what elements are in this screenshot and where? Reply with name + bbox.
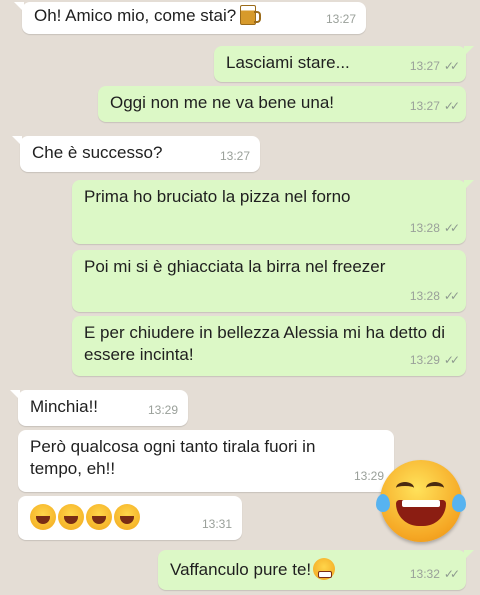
message-time: 13:27 bbox=[325, 12, 356, 26]
message-bubble-incoming[interactable]: Minchia!! 13:29 bbox=[10, 390, 188, 426]
message-time: 13:27 ✓✓ bbox=[410, 55, 460, 77]
laughing-emoji-icon bbox=[30, 504, 56, 530]
message-bubble-incoming[interactable]: Che è successo? 13:27 bbox=[12, 136, 260, 172]
message-text: E per chiudere in bellezza Alessia mi ha… bbox=[84, 323, 445, 364]
message-bubble-outgoing[interactable]: Prima ho bruciato la pizza nel forno 13:… bbox=[72, 180, 474, 244]
message-text: Che è successo? bbox=[32, 143, 163, 162]
message-bubble-outgoing[interactable]: Oggi non me ne va bene una! 13:27 ✓✓ bbox=[98, 86, 466, 122]
message-text: Prima ho bruciato la pizza nel forno bbox=[84, 187, 351, 206]
message-time: 13:28 ✓✓ bbox=[410, 285, 460, 307]
read-ticks-icon: ✓✓ bbox=[443, 99, 460, 113]
message-time: 13:28 ✓✓ bbox=[410, 217, 460, 239]
message-bubble-incoming[interactable]: Però qualcosa ogni tanto tirala fuori in… bbox=[18, 430, 394, 492]
laughing-emoji-icon bbox=[114, 504, 140, 530]
message-bubble-incoming[interactable]: Oh! Amico mio, come stai? 13:27 bbox=[14, 2, 366, 34]
read-ticks-icon: ✓✓ bbox=[443, 59, 460, 73]
laughing-emoji-icon bbox=[86, 504, 112, 530]
message-text: Oggi non me ne va bene una! bbox=[110, 93, 334, 112]
message-bubble-outgoing[interactable]: E per chiudere in bellezza Alessia mi ha… bbox=[72, 316, 466, 376]
message-time: 13:29 bbox=[147, 403, 178, 417]
message-text: Però qualcosa ogni tanto tirala fuori in… bbox=[30, 437, 316, 478]
read-ticks-icon: ✓✓ bbox=[443, 567, 460, 581]
message-time: 13:29 ✓✓ bbox=[410, 349, 460, 371]
beer-icon bbox=[240, 5, 262, 25]
message-text: Poi mi si è ghiacciata la birra nel free… bbox=[84, 257, 386, 276]
message-bubble-outgoing[interactable]: Lasciami stare... 13:27 ✓✓ bbox=[214, 46, 474, 82]
read-ticks-icon: ✓✓ bbox=[443, 221, 460, 235]
message-text: Vaffanculo pure te! bbox=[170, 560, 312, 579]
big-laughing-emoji-icon bbox=[376, 460, 466, 542]
message-time: 13:31 bbox=[201, 517, 232, 531]
message-time: 13:27 ✓✓ bbox=[410, 95, 460, 117]
message-time: 13:29 bbox=[353, 469, 384, 483]
message-time: 13:32 ✓✓ bbox=[410, 563, 460, 585]
laughing-emoji-icon bbox=[58, 504, 84, 530]
message-text: Minchia!! bbox=[30, 397, 99, 416]
message-bubble-outgoing[interactable]: Vaffanculo pure te! 13:32 ✓✓ bbox=[158, 550, 474, 590]
message-bubble-outgoing[interactable]: Poi mi si è ghiacciata la birra nel free… bbox=[72, 250, 466, 312]
message-text: Oh! Amico mio, come stai? bbox=[34, 6, 237, 25]
read-ticks-icon: ✓✓ bbox=[443, 289, 460, 303]
message-time: 13:27 bbox=[219, 149, 250, 163]
read-ticks-icon: ✓✓ bbox=[443, 353, 460, 367]
message-text: Lasciami stare... bbox=[226, 53, 350, 72]
angry-face-icon bbox=[313, 558, 336, 580]
laughing-emoji-row bbox=[30, 504, 142, 530]
message-bubble-incoming[interactable]: 13:31 bbox=[18, 496, 242, 540]
